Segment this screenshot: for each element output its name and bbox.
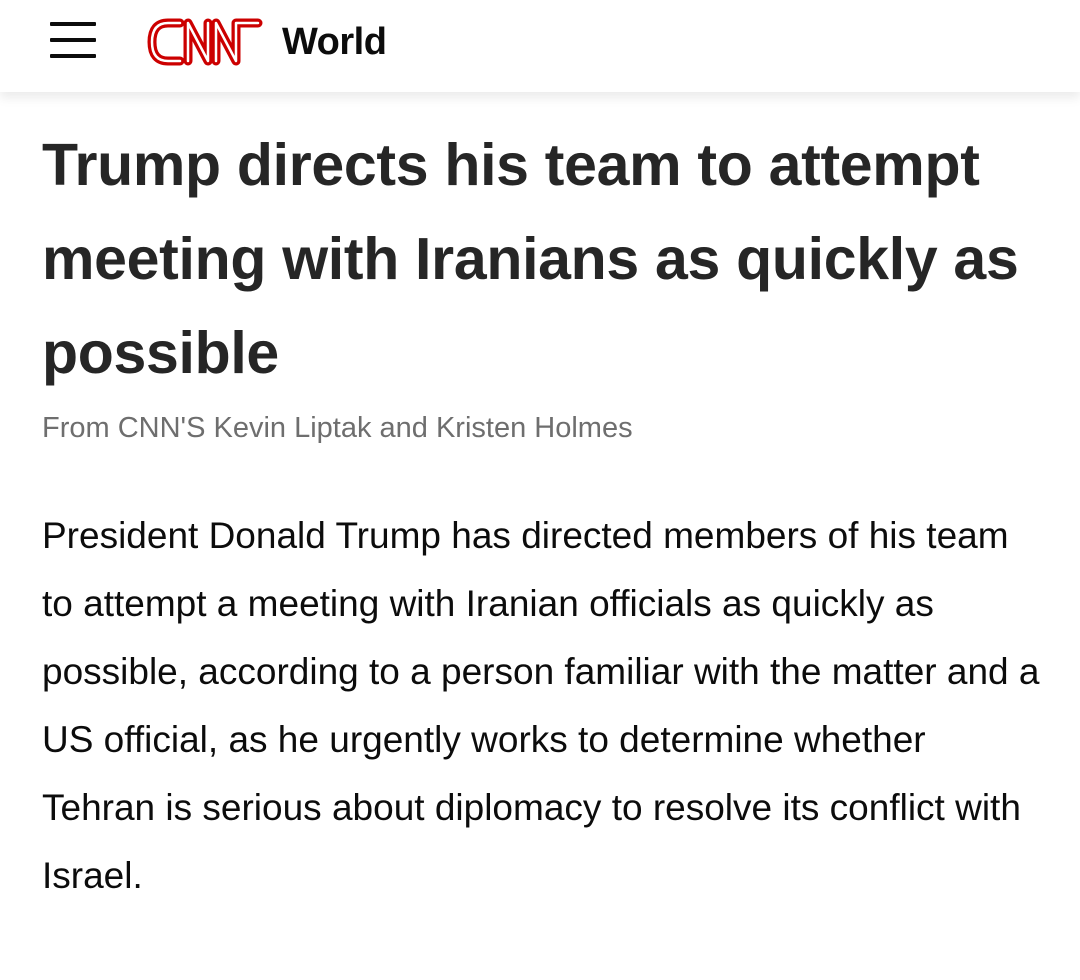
article-body-paragraph: President Donald Trump has directed memb…	[42, 515, 1040, 896]
cnn-logo	[147, 18, 263, 66]
article: Trump directs his team to attempt meetin…	[42, 118, 1042, 910]
cnn-logo-link[interactable]: World	[146, 12, 387, 72]
article-byline: From CNN'S Kevin Liptak and Kristen Holm…	[42, 412, 633, 444]
site-header: World	[0, 0, 1080, 92]
hamburger-menu-icon[interactable]	[50, 22, 96, 58]
article-headline: Trump directs his team to attempt meetin…	[42, 132, 1019, 386]
section-label[interactable]: World	[282, 21, 387, 64]
